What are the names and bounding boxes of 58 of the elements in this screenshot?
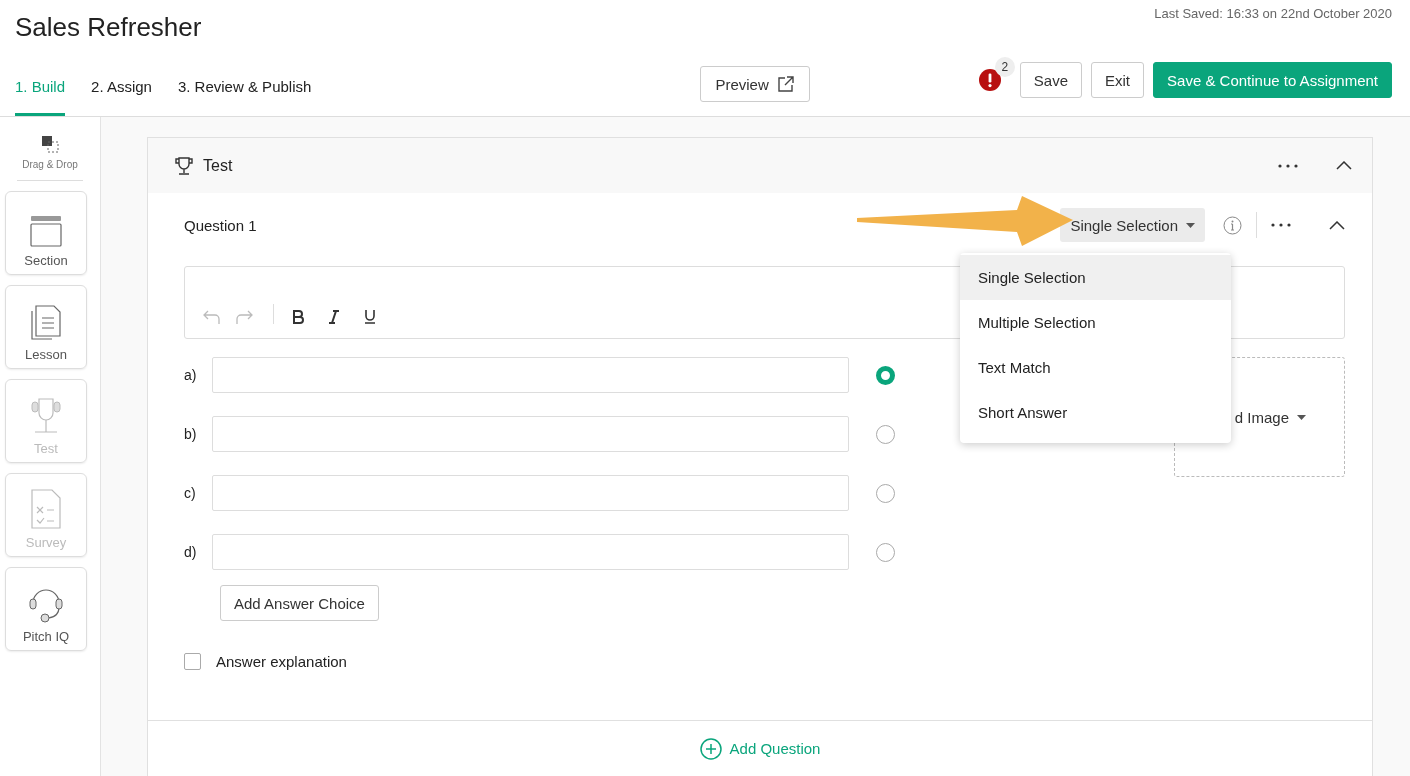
collapse-icon[interactable]: [1336, 161, 1352, 170]
drag-drop-icon: [41, 135, 59, 153]
correct-radio[interactable]: [876, 365, 895, 385]
explanation-label: Answer explanation: [216, 653, 347, 670]
choice-label: d): [184, 544, 198, 560]
italic-icon[interactable]: [328, 310, 340, 324]
component-tile[interactable]: Lesson: [5, 285, 87, 369]
component-tile[interactable]: Pitch IQ: [5, 567, 87, 651]
answer-input[interactable]: [212, 416, 849, 452]
choice-label: a): [184, 367, 198, 383]
trophy-icon: [30, 397, 62, 435]
menu-item[interactable]: Text Match: [960, 345, 1231, 390]
tile-label: Section: [24, 253, 68, 268]
tile-label: Test: [34, 441, 58, 456]
alert-icon[interactable]: [978, 69, 1001, 91]
undo-icon[interactable]: [201, 310, 221, 324]
plus-circle-icon: [699, 737, 722, 760]
checklist-icon: [30, 489, 62, 529]
menu-item[interactable]: Single Selection: [960, 255, 1231, 300]
exit-button[interactable]: Exit: [1091, 62, 1145, 98]
section-icon: [30, 215, 62, 247]
info-icon[interactable]: [1223, 215, 1242, 235]
more-icon[interactable]: [1271, 223, 1291, 227]
explanation-checkbox[interactable]: [184, 653, 201, 670]
step-tab[interactable]: 3. Review & Publish: [177, 78, 312, 116]
tile-label: Lesson: [25, 347, 67, 362]
page-title: Sales Refresher: [15, 12, 202, 43]
choice-label: b): [184, 426, 198, 442]
last-saved-text: Last Saved: 16:33 on 22nd October 2020: [1154, 6, 1392, 21]
answer-input[interactable]: [212, 534, 849, 570]
component-tile[interactable]: Section: [5, 191, 87, 275]
card-title: Test: [203, 156, 233, 175]
add-answer-choice-button[interactable]: Add Answer Choice: [220, 585, 379, 621]
underline-icon[interactable]: [364, 309, 376, 324]
caret-icon: [1186, 222, 1195, 228]
share-icon: [776, 75, 795, 93]
tile-label: Pitch IQ: [22, 629, 70, 644]
menu-item[interactable]: Short Answer: [960, 390, 1231, 435]
alert-count: 2: [994, 57, 1015, 77]
tile-label: Survey: [25, 535, 67, 550]
add-image-label: d Image: [1234, 408, 1289, 426]
answer-input[interactable]: [212, 475, 849, 511]
menu-item[interactable]: Multiple Selection: [960, 300, 1231, 345]
more-icon[interactable]: [1278, 163, 1298, 168]
documents-icon: [30, 305, 62, 341]
question-label: Question 1: [184, 216, 257, 234]
question-type-dropdown[interactable]: Single Selection: [1060, 208, 1205, 242]
redo-icon[interactable]: [235, 310, 255, 324]
step-tab[interactable]: 2. Assign: [91, 78, 152, 116]
save-button[interactable]: Save: [1019, 62, 1082, 98]
answer-input[interactable]: [212, 357, 849, 393]
caret-icon: [1297, 414, 1306, 420]
preview-button[interactable]: Preview: [700, 66, 810, 102]
drag-drop-label: Drag & Drop: [22, 159, 78, 170]
bold-icon[interactable]: [292, 310, 304, 324]
trophy-icon: [175, 156, 193, 175]
choice-label: c): [184, 485, 197, 501]
collapse-icon[interactable]: [1329, 220, 1345, 230]
